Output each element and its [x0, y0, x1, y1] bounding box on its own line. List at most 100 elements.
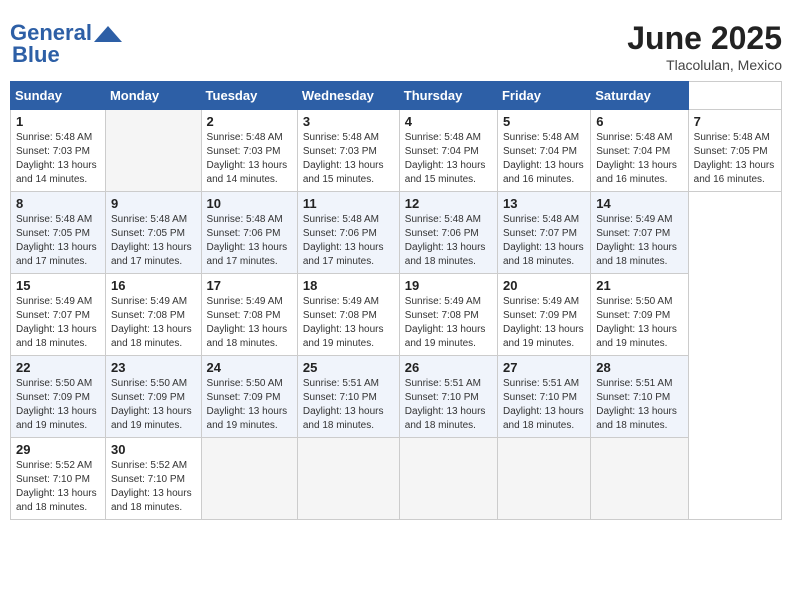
- day-detail: Sunrise: 5:49 AM Sunset: 7:08 PM Dayligh…: [405, 295, 492, 351]
- table-row: [297, 438, 399, 520]
- sunrise: Sunrise: 5:48 AM: [596, 132, 672, 143]
- daylight: Daylight: 13 hours and 17 minutes.: [207, 242, 288, 267]
- table-row: 21 Sunrise: 5:50 AM Sunset: 7:09 PM Dayl…: [591, 274, 688, 356]
- logo-icon: [94, 24, 122, 44]
- day-detail: Sunrise: 5:48 AM Sunset: 7:07 PM Dayligh…: [503, 213, 585, 269]
- table-row: 14 Sunrise: 5:49 AM Sunset: 7:07 PM Dayl…: [591, 192, 688, 274]
- day-number: 13: [503, 196, 585, 211]
- daylight: Daylight: 13 hours and 18 minutes.: [16, 488, 97, 513]
- col-friday: Friday: [497, 82, 590, 110]
- day-number: 7: [694, 114, 776, 129]
- sunrise: Sunrise: 5:51 AM: [596, 378, 672, 389]
- page: General Blue June 2025 Tlacolulan, Mexic…: [10, 10, 782, 520]
- daylight: Daylight: 13 hours and 16 minutes.: [596, 160, 677, 185]
- sunrise: Sunrise: 5:51 AM: [405, 378, 481, 389]
- daylight: Daylight: 13 hours and 18 minutes.: [207, 324, 288, 349]
- col-wednesday: Wednesday: [297, 82, 399, 110]
- day-detail: Sunrise: 5:49 AM Sunset: 7:08 PM Dayligh…: [303, 295, 394, 351]
- daylight: Daylight: 13 hours and 19 minutes.: [207, 406, 288, 431]
- col-sunday: Sunday: [11, 82, 106, 110]
- sunrise: Sunrise: 5:52 AM: [111, 460, 187, 471]
- table-row: 24 Sunrise: 5:50 AM Sunset: 7:09 PM Dayl…: [201, 356, 297, 438]
- table-row: 29 Sunrise: 5:52 AM Sunset: 7:10 PM Dayl…: [11, 438, 106, 520]
- sunrise: Sunrise: 5:48 AM: [16, 132, 92, 143]
- sunrise: Sunrise: 5:50 AM: [207, 378, 283, 389]
- day-number: 21: [596, 278, 682, 293]
- sunset: Sunset: 7:09 PM: [596, 310, 670, 321]
- daylight: Daylight: 13 hours and 18 minutes.: [303, 406, 384, 431]
- daylight: Daylight: 13 hours and 18 minutes.: [111, 324, 192, 349]
- daylight: Daylight: 13 hours and 18 minutes.: [596, 242, 677, 267]
- sunrise: Sunrise: 5:49 AM: [16, 296, 92, 307]
- day-number: 25: [303, 360, 394, 375]
- header: General Blue June 2025 Tlacolulan, Mexic…: [10, 10, 782, 81]
- table-row: 13 Sunrise: 5:48 AM Sunset: 7:07 PM Dayl…: [497, 192, 590, 274]
- daylight: Daylight: 13 hours and 14 minutes.: [207, 160, 288, 185]
- sunset: Sunset: 7:08 PM: [405, 310, 479, 321]
- logo: General Blue: [10, 20, 122, 68]
- sunset: Sunset: 7:09 PM: [16, 392, 90, 403]
- day-number: 9: [111, 196, 196, 211]
- daylight: Daylight: 13 hours and 19 minutes.: [303, 324, 384, 349]
- sunset: Sunset: 7:05 PM: [111, 228, 185, 239]
- day-detail: Sunrise: 5:48 AM Sunset: 7:04 PM Dayligh…: [596, 131, 682, 187]
- sunrise: Sunrise: 5:48 AM: [16, 214, 92, 225]
- day-detail: Sunrise: 5:50 AM Sunset: 7:09 PM Dayligh…: [596, 295, 682, 351]
- sunset: Sunset: 7:03 PM: [303, 146, 377, 157]
- table-row: [105, 110, 201, 192]
- table-row: 1 Sunrise: 5:48 AM Sunset: 7:03 PM Dayli…: [11, 110, 106, 192]
- day-detail: Sunrise: 5:50 AM Sunset: 7:09 PM Dayligh…: [207, 377, 292, 433]
- day-number: 4: [405, 114, 492, 129]
- sunrise: Sunrise: 5:51 AM: [303, 378, 379, 389]
- day-detail: Sunrise: 5:49 AM Sunset: 7:07 PM Dayligh…: [16, 295, 100, 351]
- day-detail: Sunrise: 5:51 AM Sunset: 7:10 PM Dayligh…: [405, 377, 492, 433]
- table-row: 25 Sunrise: 5:51 AM Sunset: 7:10 PM Dayl…: [297, 356, 399, 438]
- sunrise: Sunrise: 5:48 AM: [111, 214, 187, 225]
- sunset: Sunset: 7:10 PM: [303, 392, 377, 403]
- daylight: Daylight: 13 hours and 17 minutes.: [303, 242, 384, 267]
- day-number: 14: [596, 196, 682, 211]
- sunrise: Sunrise: 5:48 AM: [207, 132, 283, 143]
- sunset: Sunset: 7:06 PM: [405, 228, 479, 239]
- sunrise: Sunrise: 5:48 AM: [694, 132, 770, 143]
- day-number: 8: [16, 196, 100, 211]
- day-detail: Sunrise: 5:52 AM Sunset: 7:10 PM Dayligh…: [16, 459, 100, 515]
- daylight: Daylight: 13 hours and 19 minutes.: [405, 324, 486, 349]
- sunrise: Sunrise: 5:48 AM: [405, 214, 481, 225]
- table-row: 6 Sunrise: 5:48 AM Sunset: 7:04 PM Dayli…: [591, 110, 688, 192]
- table-row: 12 Sunrise: 5:48 AM Sunset: 7:06 PM Dayl…: [399, 192, 497, 274]
- sunset: Sunset: 7:10 PM: [596, 392, 670, 403]
- day-detail: Sunrise: 5:52 AM Sunset: 7:10 PM Dayligh…: [111, 459, 196, 515]
- day-number: 23: [111, 360, 196, 375]
- day-detail: Sunrise: 5:49 AM Sunset: 7:07 PM Dayligh…: [596, 213, 682, 269]
- table-row: 8 Sunrise: 5:48 AM Sunset: 7:05 PM Dayli…: [11, 192, 106, 274]
- sunrise: Sunrise: 5:50 AM: [596, 296, 672, 307]
- day-detail: Sunrise: 5:50 AM Sunset: 7:09 PM Dayligh…: [16, 377, 100, 433]
- calendar-row: 15 Sunrise: 5:49 AM Sunset: 7:07 PM Dayl…: [11, 274, 782, 356]
- day-number: 29: [16, 442, 100, 457]
- day-detail: Sunrise: 5:49 AM Sunset: 7:09 PM Dayligh…: [503, 295, 585, 351]
- table-row: 28 Sunrise: 5:51 AM Sunset: 7:10 PM Dayl…: [591, 356, 688, 438]
- month-title: June 2025: [627, 20, 782, 57]
- day-detail: Sunrise: 5:48 AM Sunset: 7:05 PM Dayligh…: [694, 131, 776, 187]
- sunrise: Sunrise: 5:50 AM: [111, 378, 187, 389]
- sunrise: Sunrise: 5:48 AM: [503, 132, 579, 143]
- day-number: 11: [303, 196, 394, 211]
- daylight: Daylight: 13 hours and 18 minutes.: [503, 406, 584, 431]
- table-row: 22 Sunrise: 5:50 AM Sunset: 7:09 PM Dayl…: [11, 356, 106, 438]
- sunrise: Sunrise: 5:48 AM: [405, 132, 481, 143]
- daylight: Daylight: 13 hours and 16 minutes.: [503, 160, 584, 185]
- day-number: 15: [16, 278, 100, 293]
- daylight: Daylight: 13 hours and 18 minutes.: [111, 488, 192, 513]
- table-row: 18 Sunrise: 5:49 AM Sunset: 7:08 PM Dayl…: [297, 274, 399, 356]
- header-row: Sunday Monday Tuesday Wednesday Thursday…: [11, 82, 782, 110]
- day-detail: Sunrise: 5:49 AM Sunset: 7:08 PM Dayligh…: [111, 295, 196, 351]
- daylight: Daylight: 13 hours and 15 minutes.: [303, 160, 384, 185]
- sunset: Sunset: 7:06 PM: [303, 228, 377, 239]
- table-row: 7 Sunrise: 5:48 AM Sunset: 7:05 PM Dayli…: [688, 110, 781, 192]
- sunrise: Sunrise: 5:48 AM: [303, 132, 379, 143]
- daylight: Daylight: 13 hours and 18 minutes.: [596, 406, 677, 431]
- sunset: Sunset: 7:09 PM: [207, 392, 281, 403]
- table-row: 10 Sunrise: 5:48 AM Sunset: 7:06 PM Dayl…: [201, 192, 297, 274]
- col-thursday: Thursday: [399, 82, 497, 110]
